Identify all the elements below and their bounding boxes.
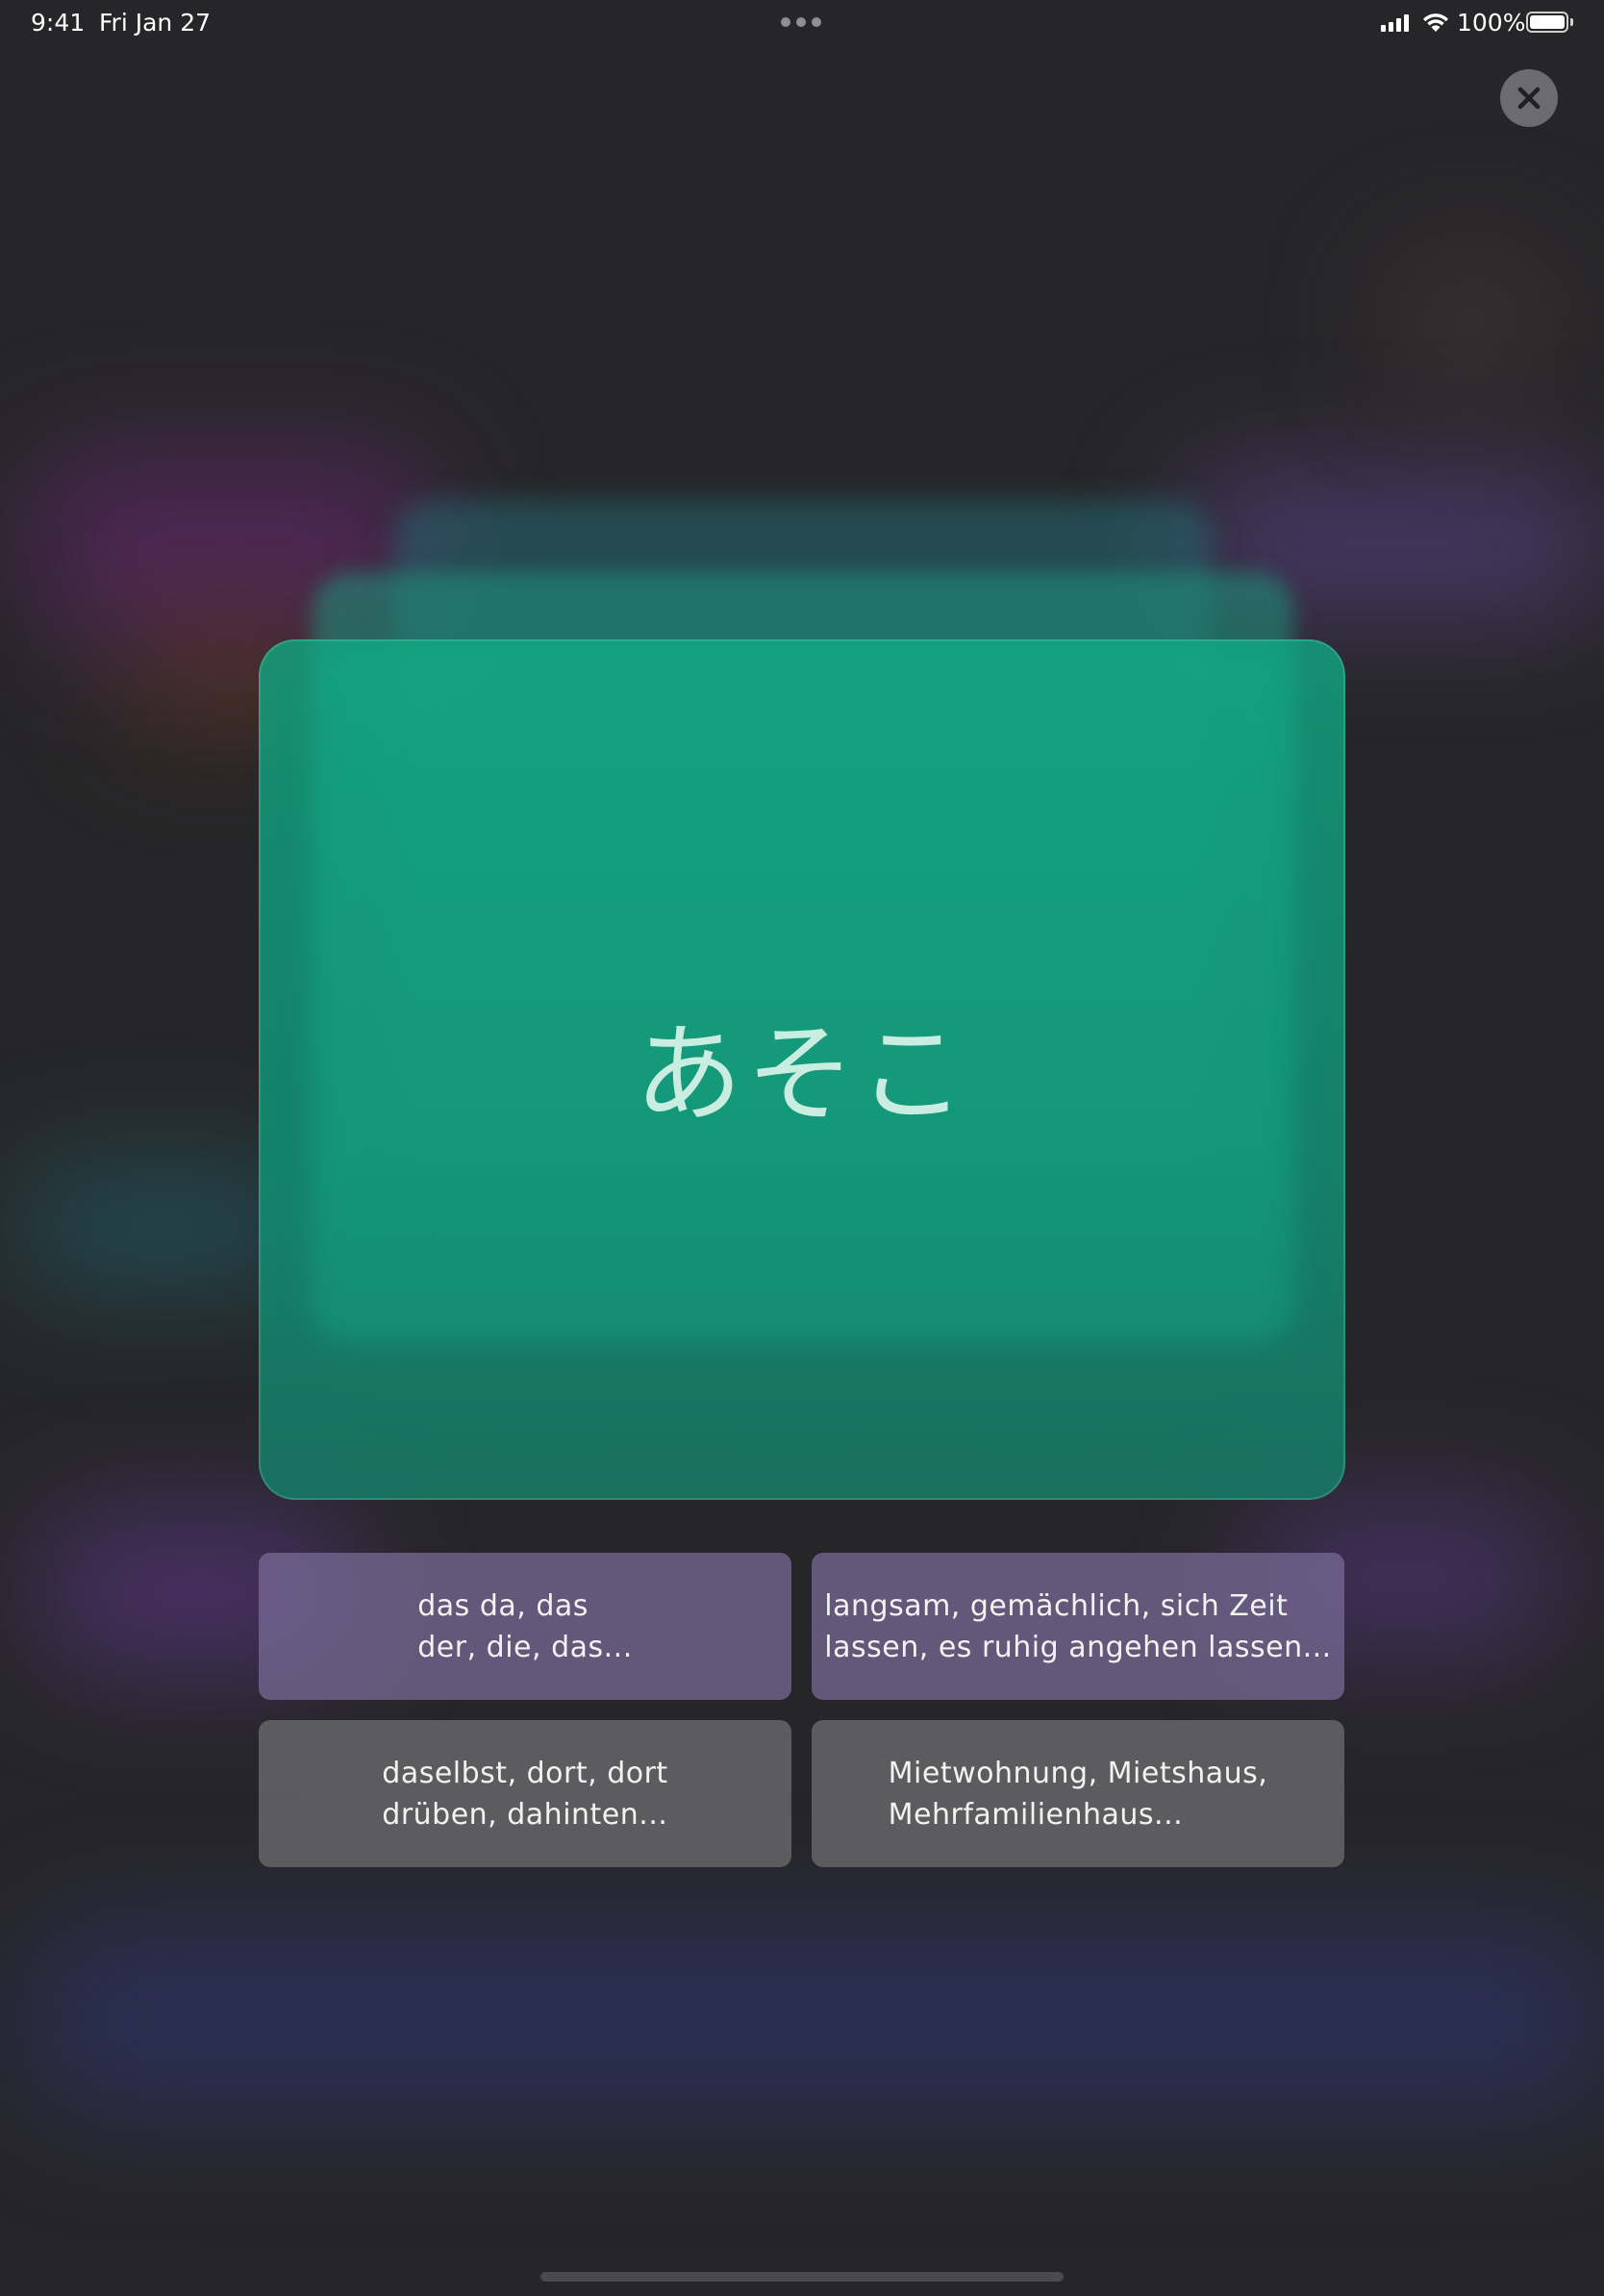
battery-percentage: 100% (1457, 9, 1526, 37)
background-glow (29, 1923, 1604, 2115)
background-glow (1385, 250, 1558, 394)
home-indicator[interactable] (540, 2272, 1064, 2282)
answer-option-text: das da, das der, die, das... (417, 1588, 633, 1664)
status-date: Fri Jan 27 (99, 9, 212, 37)
battery-icon (1526, 12, 1568, 33)
answer-option-text: daselbst, dort, dort drüben, dahinten... (382, 1756, 668, 1832)
cellular-signal-icon (1381, 13, 1409, 32)
close-button[interactable] (1500, 69, 1558, 127)
status-time: 9:41 (31, 9, 86, 37)
answer-option-1[interactable]: das da, das der, die, das... (259, 1553, 791, 1700)
answer-option-3[interactable]: daselbst, dort, dort drüben, dahinten... (259, 1720, 791, 1867)
answer-option-4[interactable]: Mietwohnung, Mietshaus, Mehrfamilienhaus… (812, 1720, 1344, 1867)
multitasking-dots-icon[interactable] (781, 17, 821, 27)
battery-tip (1570, 18, 1573, 26)
flashcard[interactable]: あそこ (259, 639, 1345, 1500)
flashcard-word: あそこ (635, 1011, 969, 1137)
status-bar: 9:41 Fri Jan 27 100% (0, 0, 1604, 46)
answer-option-text: langsam, gemächlich, sich Zeit lassen, e… (824, 1588, 1332, 1664)
screen: 9:41 Fri Jan 27 100% あそこ das da, das der… (0, 0, 1604, 2296)
close-icon (1517, 87, 1541, 110)
wifi-icon (1423, 13, 1448, 32)
answer-option-2[interactable]: langsam, gemächlich, sich Zeit lassen, e… (812, 1553, 1344, 1700)
answer-option-text: Mietwohnung, Mietshaus, Mehrfamilienhaus… (888, 1756, 1268, 1832)
